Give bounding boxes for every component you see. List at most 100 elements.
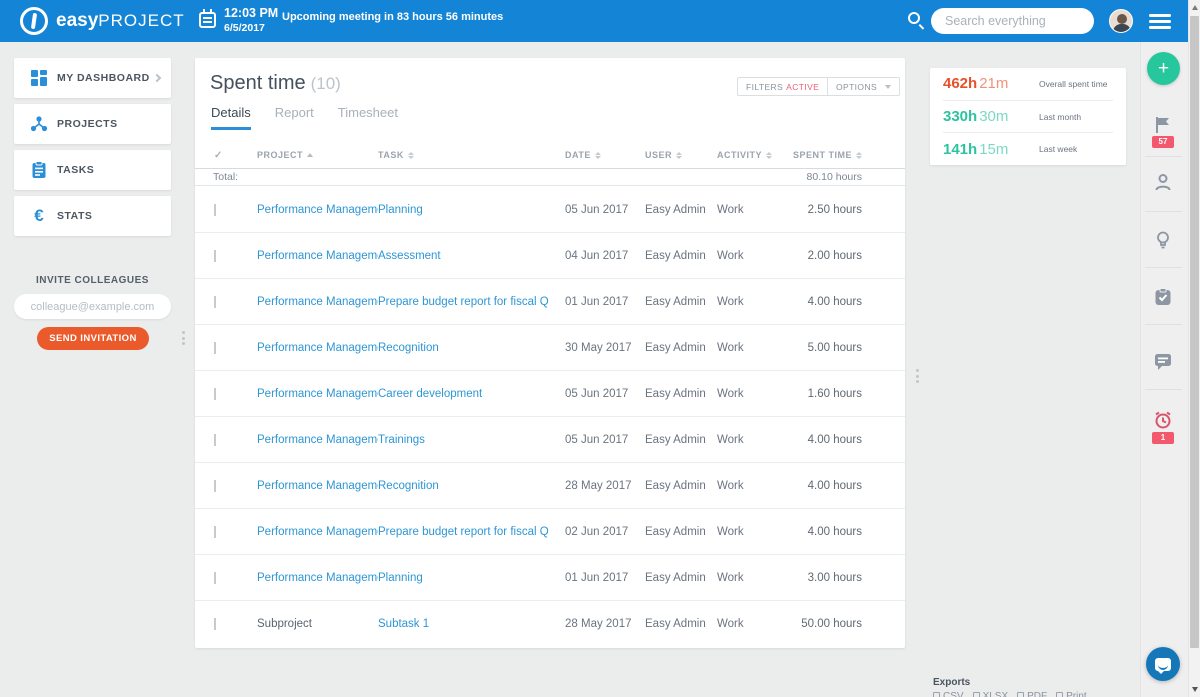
project-link[interactable]: Performance Management	[257, 388, 378, 400]
invite-drag-handle[interactable]	[182, 331, 185, 345]
project-cell: Performance Management	[257, 526, 378, 538]
task-cell: Prepare budget report for fiscal Q	[378, 526, 565, 538]
vertical-scrollbar[interactable]	[1188, 0, 1200, 697]
support-chat-button[interactable]	[1146, 647, 1180, 681]
row-checkbox[interactable]	[214, 572, 216, 584]
table-row: Performance Management Recognition 30 Ma…	[195, 325, 905, 371]
task-cell: Planning	[378, 572, 565, 584]
user-icon[interactable]	[1153, 172, 1173, 192]
stat-minutes: 30m	[979, 108, 1008, 125]
tab-details[interactable]: Details	[211, 105, 251, 130]
scrollbar-thumb[interactable]	[1190, 16, 1199, 648]
table-row: Performance Management Planning 05 Jun 2…	[195, 187, 905, 233]
task-link[interactable]: Planning	[378, 204, 423, 216]
column-header-date[interactable]: DATE	[565, 150, 645, 160]
task-link[interactable]: Assessment	[378, 250, 441, 262]
flag-badge[interactable]: 57	[1152, 136, 1174, 148]
invite-email-field[interactable]	[14, 294, 171, 319]
sidebar-item-stats[interactable]: € STATS	[14, 196, 171, 236]
task-cell: Recognition	[378, 480, 565, 492]
row-checkbox[interactable]	[214, 526, 216, 538]
project-link[interactable]: Performance Management	[257, 296, 378, 308]
task-link[interactable]: Subtask 1	[378, 618, 429, 630]
task-link[interactable]: Recognition	[378, 342, 439, 354]
project-link[interactable]: Performance Management	[257, 526, 378, 538]
project-link[interactable]: Subproject	[257, 618, 312, 630]
app-logo[interactable]: easyPROJECT	[20, 7, 185, 35]
lightbulb-icon[interactable]	[1153, 230, 1173, 250]
row-checkbox-cell	[195, 618, 257, 630]
project-link[interactable]: Performance Management	[257, 204, 378, 216]
flag-icon[interactable]	[1153, 115, 1173, 135]
spent-time-cell: 50.00 hours	[787, 618, 905, 630]
project-link[interactable]: Performance Management	[257, 250, 378, 262]
row-checkbox-cell	[195, 342, 257, 354]
activity-cell: Work	[717, 618, 787, 630]
column-header-spent-time[interactable]: SPENT TIME	[787, 150, 905, 160]
row-checkbox[interactable]	[214, 342, 216, 354]
user-cell: Easy Admin	[645, 618, 717, 630]
project-cell: Performance Management	[257, 342, 378, 354]
export-print-link[interactable]: Print	[1056, 691, 1087, 697]
task-cell: Prepare budget report for fiscal Q	[378, 296, 565, 308]
project-link[interactable]: Performance Management	[257, 572, 378, 584]
task-link[interactable]: Prepare budget report for fiscal Q	[378, 296, 549, 308]
clipboard-check-icon[interactable]	[1153, 287, 1173, 307]
total-value: 80.10 hours	[807, 171, 905, 183]
project-link[interactable]: Performance Management	[257, 480, 378, 492]
export-csv-link[interactable]: CSV	[933, 691, 964, 697]
column-header-user[interactable]: USER	[645, 150, 717, 160]
row-checkbox[interactable]	[214, 480, 216, 492]
select-all-header[interactable]: ✓	[195, 150, 257, 161]
task-link[interactable]: Career development	[378, 388, 482, 400]
add-button[interactable]: +	[1147, 52, 1180, 85]
clock-time: 12:03 PM	[224, 6, 278, 20]
chat-icon[interactable]	[1153, 351, 1173, 371]
project-link[interactable]: Performance Management	[257, 434, 378, 446]
stat-last-week: 141h15m Last week	[943, 133, 1113, 165]
check-icon: ✓	[214, 150, 223, 161]
panel-drag-handle[interactable]	[916, 369, 919, 383]
alarm-icon[interactable]	[1153, 410, 1173, 430]
exports-row: CSV XLSX PDF Print	[933, 691, 1087, 697]
rail-divider	[1145, 324, 1182, 325]
row-checkbox-cell	[195, 572, 257, 584]
rail-divider	[1145, 267, 1182, 268]
alarm-badge[interactable]: 1	[1152, 432, 1174, 444]
row-checkbox[interactable]	[214, 434, 216, 446]
options-button[interactable]: OPTIONS	[827, 77, 900, 96]
row-checkbox[interactable]	[214, 388, 216, 400]
menu-icon[interactable]	[1149, 14, 1171, 28]
tab-report[interactable]: Report	[275, 105, 314, 130]
task-link[interactable]: Prepare budget report for fiscal Q	[378, 526, 549, 538]
date-cell: 05 Jun 2017	[565, 204, 645, 216]
export-label: Print	[1066, 691, 1087, 697]
row-checkbox[interactable]	[214, 250, 216, 262]
search-icon[interactable]	[908, 12, 920, 24]
column-header-activity[interactable]: ACTIVITY	[717, 150, 787, 160]
column-header-task[interactable]: TASK	[378, 150, 565, 160]
sidebar-item-my-dashboard[interactable]: MY DASHBOARD	[14, 58, 171, 98]
project-link[interactable]: Performance Management	[257, 342, 378, 354]
row-checkbox[interactable]	[214, 296, 216, 308]
user-avatar[interactable]	[1109, 9, 1133, 33]
task-link[interactable]: Recognition	[378, 480, 439, 492]
send-invitation-button[interactable]: SEND INVITATION	[37, 327, 149, 350]
sidebar-item-tasks[interactable]: TASKS	[14, 150, 171, 190]
tab-timesheet[interactable]: Timesheet	[338, 105, 398, 130]
scroll-down-arrow[interactable]	[1192, 687, 1198, 692]
row-checkbox[interactable]	[214, 204, 216, 216]
task-link[interactable]: Trainings	[378, 434, 425, 446]
sidebar-item-projects[interactable]: PROJECTS	[14, 104, 171, 144]
export-xlsx-link[interactable]: XLSX	[973, 691, 1009, 697]
dashboard-icon	[30, 69, 48, 87]
task-link[interactable]: Planning	[378, 572, 423, 584]
column-header-project[interactable]: PROJECT	[257, 150, 378, 160]
export-pdf-link[interactable]: PDF	[1017, 691, 1047, 697]
sort-icon	[676, 152, 682, 159]
scroll-up-arrow[interactable]	[1192, 5, 1198, 10]
search-input[interactable]	[931, 8, 1094, 34]
calendar-icon[interactable]	[199, 12, 216, 28]
upcoming-meeting-notice[interactable]: Upcoming meeting in 83 hours 56 minutes	[282, 11, 503, 23]
row-checkbox[interactable]	[214, 618, 216, 630]
